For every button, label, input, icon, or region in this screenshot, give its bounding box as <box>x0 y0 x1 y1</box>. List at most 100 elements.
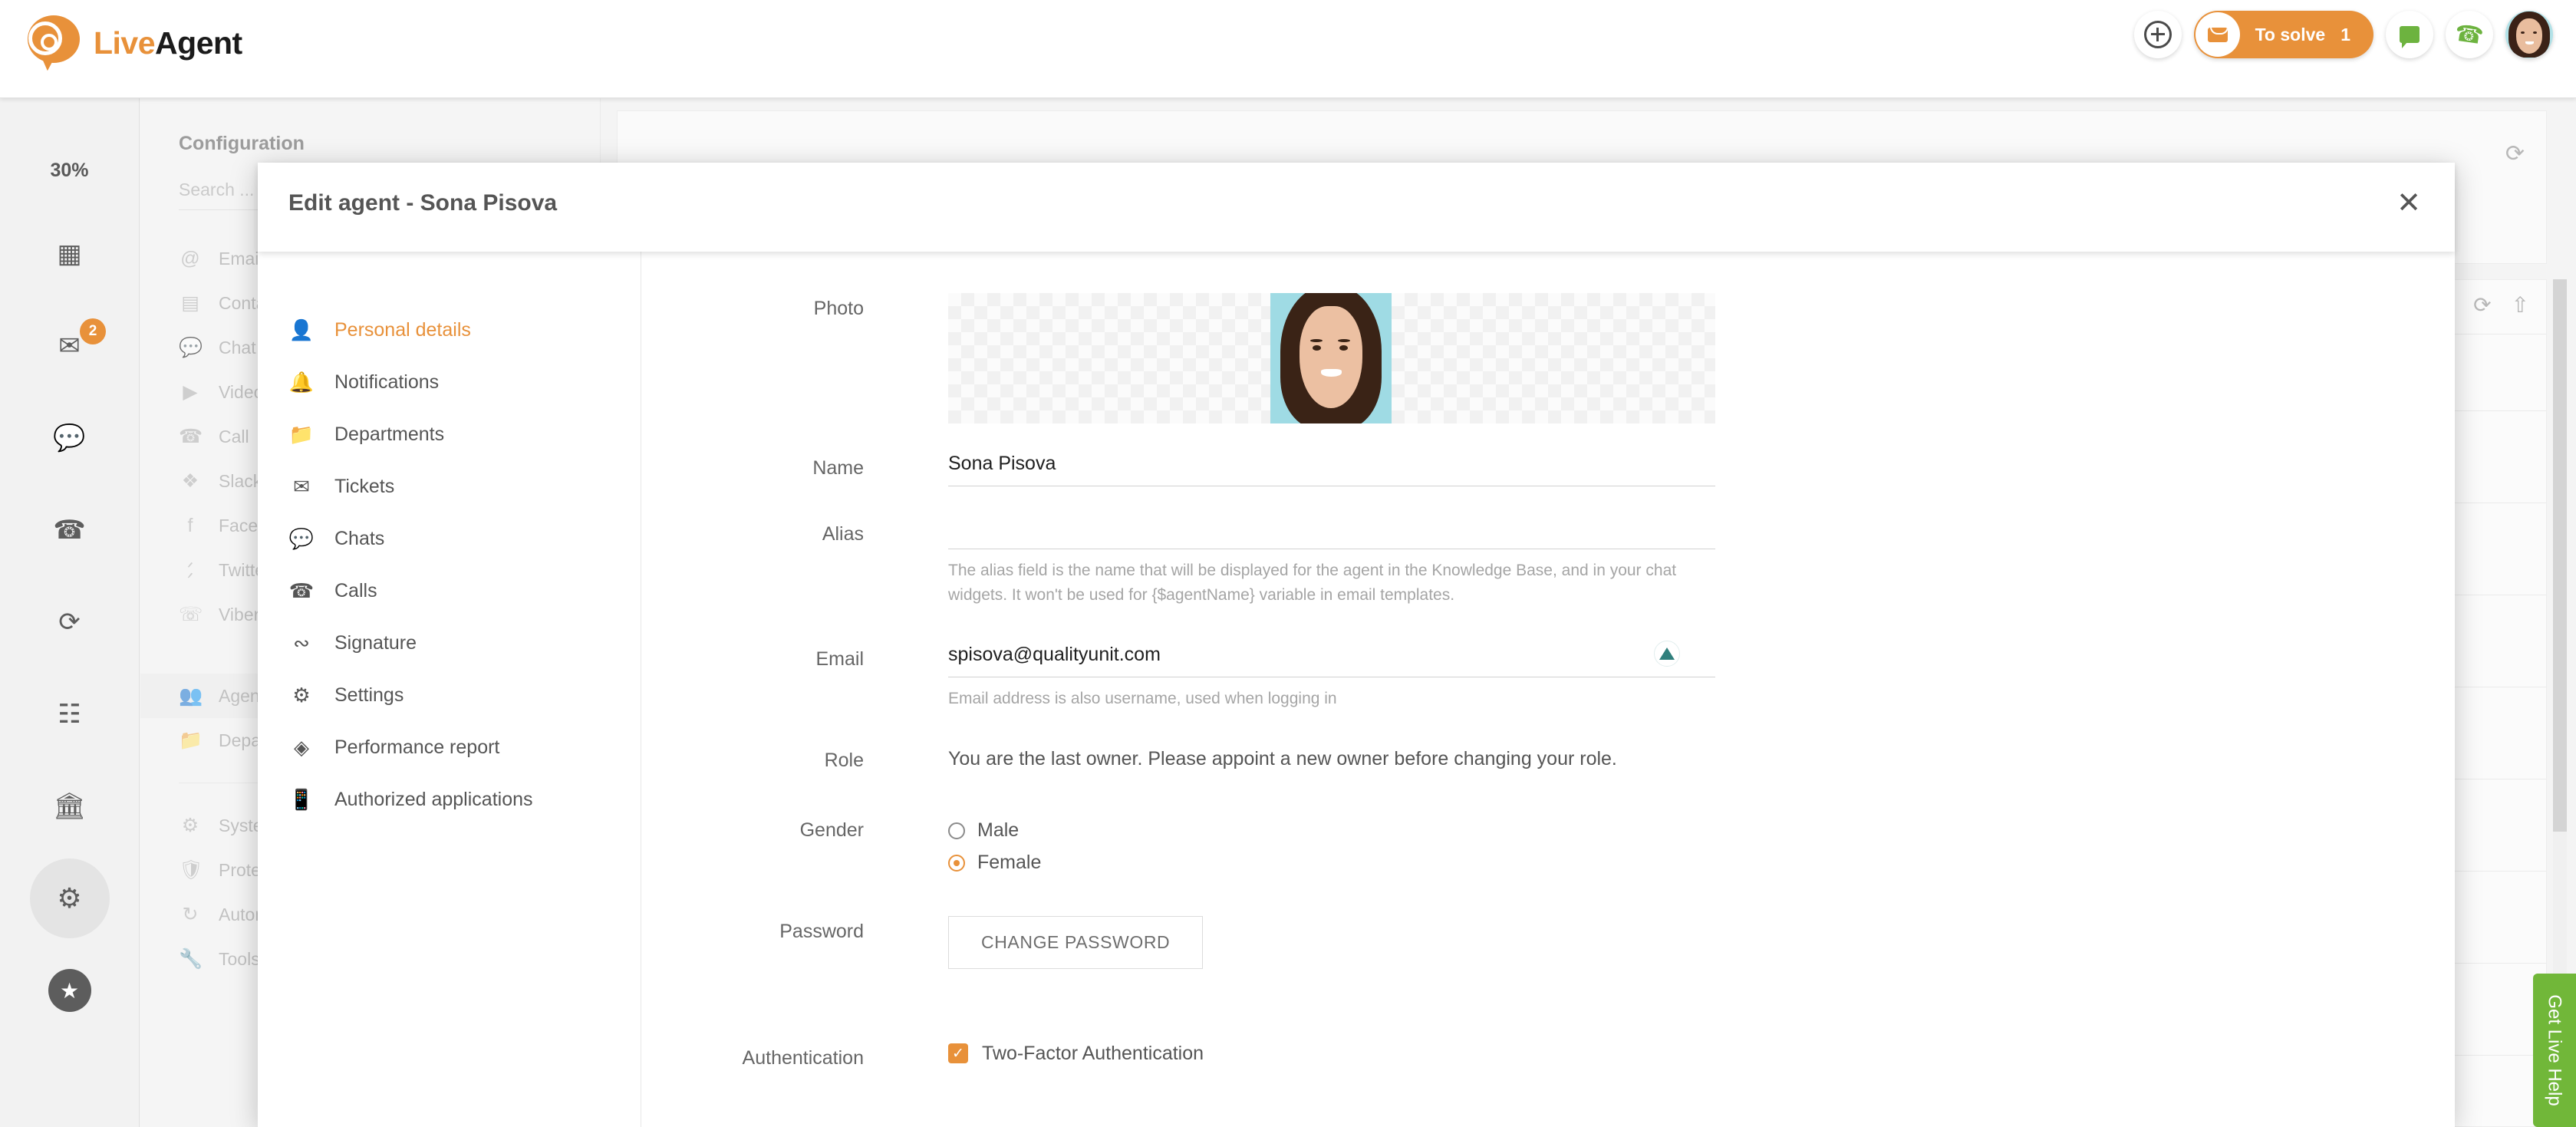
export-icon[interactable]: ⇧ <box>2512 292 2529 318</box>
folder-icon: 📁 <box>179 730 202 752</box>
tab-signature[interactable]: ∾ Signature <box>258 617 641 669</box>
modal-body: 👤 Personal details 🔔 Notifications 📁 Dep… <box>258 252 2455 1127</box>
header-actions: To solve 1 ☎ <box>2134 11 2553 58</box>
rail-item-tickets[interactable]: ✉ 2 <box>0 300 139 392</box>
rail-item-dashboard[interactable]: ▦ <box>0 208 139 300</box>
signature-icon: ∾ <box>288 631 315 655</box>
contact-card-icon: ☷ <box>58 699 81 730</box>
gender-label: Gender <box>641 815 948 879</box>
tab-tickets[interactable]: ✉ Tickets <box>258 460 641 512</box>
bank-icon: 🏛 <box>53 791 86 822</box>
app-header: LiveAgent To solve 1 ☎ <box>0 0 2576 98</box>
get-live-help-tab[interactable]: Get Live Help <box>2533 974 2576 1127</box>
personal-details-form: Photo Name Sona Pisova <box>641 252 2455 1127</box>
chat-icon: 💬 <box>288 527 315 551</box>
two-factor-checkbox[interactable]: ✓ <box>948 1043 968 1063</box>
email-input[interactable]: spisova@qualityunit.com <box>948 644 1715 677</box>
avatar[interactable] <box>2505 11 2553 58</box>
plus-circle-icon <box>2144 21 2172 48</box>
gender-row: Gender Male Female <box>641 815 2455 879</box>
role-row: Role You are the last owner. Please appo… <box>641 745 2455 772</box>
dashboard-icon: ▦ <box>57 239 81 269</box>
wrench-icon: 🔧 <box>179 948 202 970</box>
alias-row: Alias The alias field is the name that w… <box>641 519 2455 607</box>
star-icon: ★ <box>48 969 91 1012</box>
alias-input[interactable] <box>948 519 1715 549</box>
tab-chats[interactable]: 💬 Chats <box>258 512 641 565</box>
gender-option-female[interactable]: Female <box>948 847 1715 879</box>
scrollbar-thumb[interactable] <box>2553 279 2567 832</box>
avatar[interactable] <box>948 293 1715 423</box>
to-solve-button[interactable]: To solve 1 <box>2194 11 2373 58</box>
viber-icon: ☏ <box>179 603 202 626</box>
loading-circle-icon: ⟳ <box>58 607 81 638</box>
refresh-icon[interactable]: ⟳ <box>2505 140 2525 167</box>
bell-icon: 🔔 <box>288 371 315 394</box>
modal-nav: 👤 Personal details 🔔 Notifications 📁 Dep… <box>258 252 641 1127</box>
phone-icon: ☎ <box>288 579 315 603</box>
radio-male[interactable] <box>948 822 965 839</box>
password-label: Password <box>641 916 948 969</box>
authentication-label: Authentication <box>641 1043 948 1069</box>
brand-agent: Agent <box>155 25 242 61</box>
brand-live: Live <box>94 25 155 61</box>
name-input[interactable]: Sona Pisova <box>948 453 1715 486</box>
refresh-icon[interactable]: ⟳ <box>2473 292 2491 318</box>
rail-item-calls[interactable]: ☎ <box>0 484 139 576</box>
role-message: You are the last owner. Please appoint a… <box>948 745 1715 770</box>
add-button[interactable] <box>2134 11 2182 58</box>
at-icon: @ <box>179 248 202 270</box>
tab-departments[interactable]: 📁 Departments <box>258 408 641 460</box>
gear-icon: ⚙ <box>179 814 202 837</box>
rail-item-refresh[interactable]: ⟳ <box>0 576 139 668</box>
facebook-icon: f <box>179 515 202 537</box>
gender-option-male[interactable]: Male <box>948 815 1715 847</box>
person-icon: 👤 <box>288 318 315 342</box>
sync-icon: ↻ <box>179 903 202 926</box>
brand-logo[interactable]: LiveAgent <box>28 15 242 71</box>
alias-label: Alias <box>641 519 948 607</box>
usage-percent: 30% <box>0 160 139 182</box>
change-password-button[interactable]: CHANGE PASSWORD <box>948 916 1203 969</box>
rail-item-companies[interactable]: 🏛 <box>0 760 139 852</box>
chat-bubble-icon <box>2400 26 2420 43</box>
phone-icon: ☎ <box>179 425 202 448</box>
radio-female[interactable] <box>948 855 965 872</box>
edit-agent-modal: Edit agent - Sona Pisova ✕ 👤 Personal de… <box>258 163 2455 1127</box>
call-button[interactable]: ☎ <box>2446 11 2493 58</box>
tab-notifications[interactable]: 🔔 Notifications <box>258 356 641 408</box>
rail-item-settings[interactable]: ⚙ <box>0 852 139 944</box>
tab-authorized-applications[interactable]: 📱 Authorized applications <box>258 773 641 825</box>
rail-item-contacts[interactable]: ☷ <box>0 668 139 760</box>
rail-item-chats[interactable]: 💬 <box>0 392 139 484</box>
chat-button[interactable] <box>2386 11 2433 58</box>
tab-personal-details[interactable]: 👤 Personal details <box>258 304 641 356</box>
to-solve-count: 1 <box>2340 25 2350 45</box>
brand-text: LiveAgent <box>94 25 242 61</box>
phone-icon: ☎ <box>53 515 85 545</box>
name-label: Name <box>641 453 948 486</box>
modal-title: Edit agent - Sona Pisova <box>288 190 557 216</box>
name-row: Name Sona Pisova <box>641 453 2455 486</box>
video-camera-icon: ▶ <box>179 381 202 404</box>
tab-settings[interactable]: ⚙ Settings <box>258 669 641 721</box>
form-icon: ▤ <box>179 292 202 315</box>
gear-icon: ⚙ <box>288 684 315 707</box>
tab-performance-report[interactable]: ◈ Performance report <box>258 721 641 773</box>
two-factor-row[interactable]: ✓ Two-Factor Authentication <box>948 1043 1715 1065</box>
user-avatar-image <box>2505 11 2553 58</box>
mobile-icon: 📱 <box>288 788 315 812</box>
chat-icon: 💬 <box>53 423 85 453</box>
close-icon[interactable]: ✕ <box>2396 189 2421 218</box>
tab-calls[interactable]: ☎ Calls <box>258 565 641 617</box>
tickets-badge: 2 <box>80 318 106 344</box>
email-hint: Email address is also username, used whe… <box>948 677 1715 711</box>
nordpass-icon[interactable] <box>1654 641 1680 667</box>
chat-icon: 💬 <box>179 337 202 359</box>
email-value: spisova@qualityunit.com <box>948 644 1161 665</box>
liveagent-logo-icon <box>28 15 83 71</box>
rail-item-favorites[interactable]: ★ <box>0 944 139 1036</box>
page-title: Configuration <box>179 133 600 155</box>
get-live-help-label: Get Live Help <box>2544 994 2565 1106</box>
photo-label: Photo <box>641 293 948 423</box>
